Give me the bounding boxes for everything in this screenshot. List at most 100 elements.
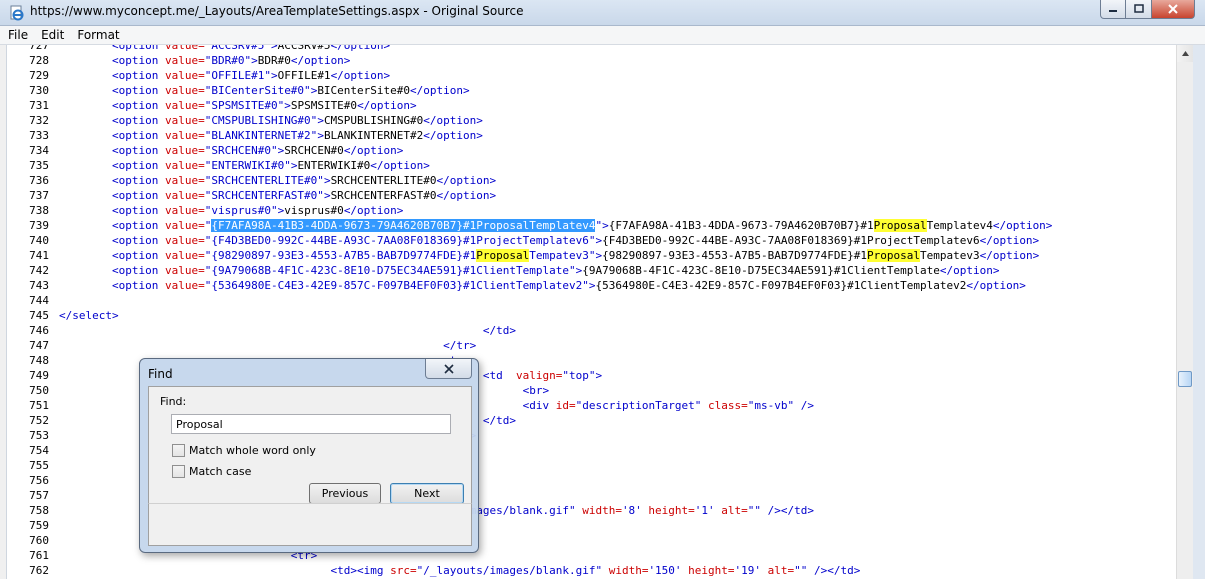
code-token: id= <box>555 399 576 412</box>
match-case-checkbox[interactable] <box>172 465 185 478</box>
code-token: <td><img <box>330 564 391 577</box>
code-token: </option> <box>343 204 404 217</box>
next-button[interactable]: Next <box>390 483 464 504</box>
code-line: 743 <option value="{5364980E-C4E3-42E9-8… <box>7 278 1176 293</box>
code-token: > <box>270 45 278 52</box>
minimize-button[interactable] <box>1100 0 1126 19</box>
line-number: 756 <box>29 474 49 487</box>
code-token: <option <box>111 159 165 172</box>
code-token: </select> <box>59 309 119 322</box>
previous-button[interactable]: Previous <box>309 483 381 504</box>
code-token: value= <box>164 99 205 112</box>
code-token: <option <box>111 84 165 97</box>
code-token: alt= <box>761 564 795 577</box>
menu-edit[interactable]: Edit <box>41 28 64 42</box>
code-token: <option <box>111 174 165 187</box>
find-dialog-footer <box>148 503 472 546</box>
line-number: 732 <box>29 114 49 127</box>
maximize-button[interactable] <box>1126 0 1152 19</box>
line-number: 728 <box>29 54 49 67</box>
search-match-highlight: Proposal <box>873 219 927 232</box>
code-token: </option> <box>357 99 417 112</box>
code-token: </td> <box>482 324 516 337</box>
code-line: 745 </select> <box>7 308 1176 323</box>
code-line: 731 <option value="SPSMSITE#0">SPSMSITE#… <box>7 98 1176 113</box>
match-whole-word-option[interactable]: Match whole word only <box>172 444 316 457</box>
code-token: </option> <box>423 114 483 127</box>
scroll-thumb[interactable] <box>1178 371 1192 387</box>
find-dialog-close-button[interactable] <box>425 359 472 379</box>
code-token: </option> <box>436 174 497 187</box>
code-token: "SRCHCENTERFAST#0" <box>204 189 324 202</box>
code-line: 735 <option value="ENTERWIKI#0">ENTERWIK… <box>7 158 1176 173</box>
line-number: 730 <box>29 84 49 97</box>
code-token: height= <box>641 504 695 517</box>
vertical-scrollbar[interactable] <box>1176 45 1194 579</box>
code-token: '150' <box>648 564 682 577</box>
code-token: class= <box>701 399 748 412</box>
code-token: width= <box>602 564 649 577</box>
code-line: 738 <option value="visprus#0">visprus#0<… <box>7 203 1176 218</box>
code-text: <option value="{9A79068B-4F1C-423C-8E10-… <box>59 263 999 278</box>
code-token: <option <box>111 129 165 142</box>
code-token: </option> <box>939 264 1000 277</box>
menu-format[interactable]: Format <box>77 28 119 42</box>
line-number: 727 <box>29 45 49 52</box>
code-text: <option value="{F4D3BED0-992C-44BE-A93C-… <box>59 233 1039 248</box>
code-token: <option <box>111 219 165 232</box>
code-text: <option value="ENTERWIKI#0">ENTERWIKI#0<… <box>59 158 430 173</box>
code-token: Tempatev3" <box>529 249 596 262</box>
code-token: '1' <box>694 504 715 517</box>
code-token: "SRCHCEN#0" <box>204 144 278 157</box>
code-token: {F4D3BED0-992C-44BE-A93C-7AA08F018369}#1… <box>602 234 980 247</box>
window-controls <box>1100 0 1195 20</box>
line-number: 731 <box>29 99 49 112</box>
code-text: <option value="visprus#0">visprus#0</opt… <box>59 203 403 218</box>
find-input[interactable] <box>171 414 451 434</box>
code-token: > <box>602 219 609 232</box>
line-number: 737 <box>29 189 49 202</box>
code-token: value= <box>164 249 205 262</box>
code-token: <option <box>111 45 165 52</box>
code-token: </option> <box>423 129 483 142</box>
match-whole-word-checkbox[interactable] <box>172 444 185 457</box>
code-token: value= <box>164 264 205 277</box>
code-token: <option <box>111 99 165 112</box>
code-token: value= <box>164 84 205 97</box>
code-token: </option> <box>992 219 1053 232</box>
scroll-up-button[interactable] <box>1177 45 1194 62</box>
line-number: 751 <box>29 399 49 412</box>
code-token: "CMSPUBLISHING#0" <box>204 114 318 127</box>
line-number: 735 <box>29 159 49 172</box>
code-line: 734 <option value="SRCHCEN#0">SRCHCEN#0<… <box>7 143 1176 158</box>
code-token: value= <box>164 234 205 247</box>
match-whole-word-label: Match whole word only <box>189 444 316 457</box>
code-token: src= <box>390 564 417 577</box>
close-button[interactable] <box>1152 0 1195 19</box>
code-text: <option value="SRCHCENTERFAST#0">SRCHCEN… <box>59 188 496 203</box>
code-token: > <box>323 174 331 187</box>
code-text: <option value="SRCHCEN#0">SRCHCEN#0</opt… <box>59 143 403 158</box>
line-number: 741 <box>29 249 49 262</box>
code-token: SPSMSITE#0 <box>290 99 358 112</box>
code-token: <td <box>482 369 516 382</box>
code-token: /> <box>794 399 815 412</box>
ie-document-icon <box>9 5 25 21</box>
close-icon <box>443 363 454 374</box>
menu-file[interactable]: File <box>8 28 28 42</box>
code-text: <option value="{F7AFA98A-41B3-4DDA-9673-… <box>59 218 1052 233</box>
code-line: 762 <td><img src="/_layouts/images/blank… <box>7 563 1176 578</box>
match-case-option[interactable]: Match case <box>172 465 251 478</box>
code-text: </select> <box>59 308 119 323</box>
line-number: 729 <box>29 69 49 82</box>
code-token: "" <box>747 504 762 517</box>
code-token: <option <box>111 204 165 217</box>
code-token: BLANKINTERNET#2 <box>323 129 424 142</box>
